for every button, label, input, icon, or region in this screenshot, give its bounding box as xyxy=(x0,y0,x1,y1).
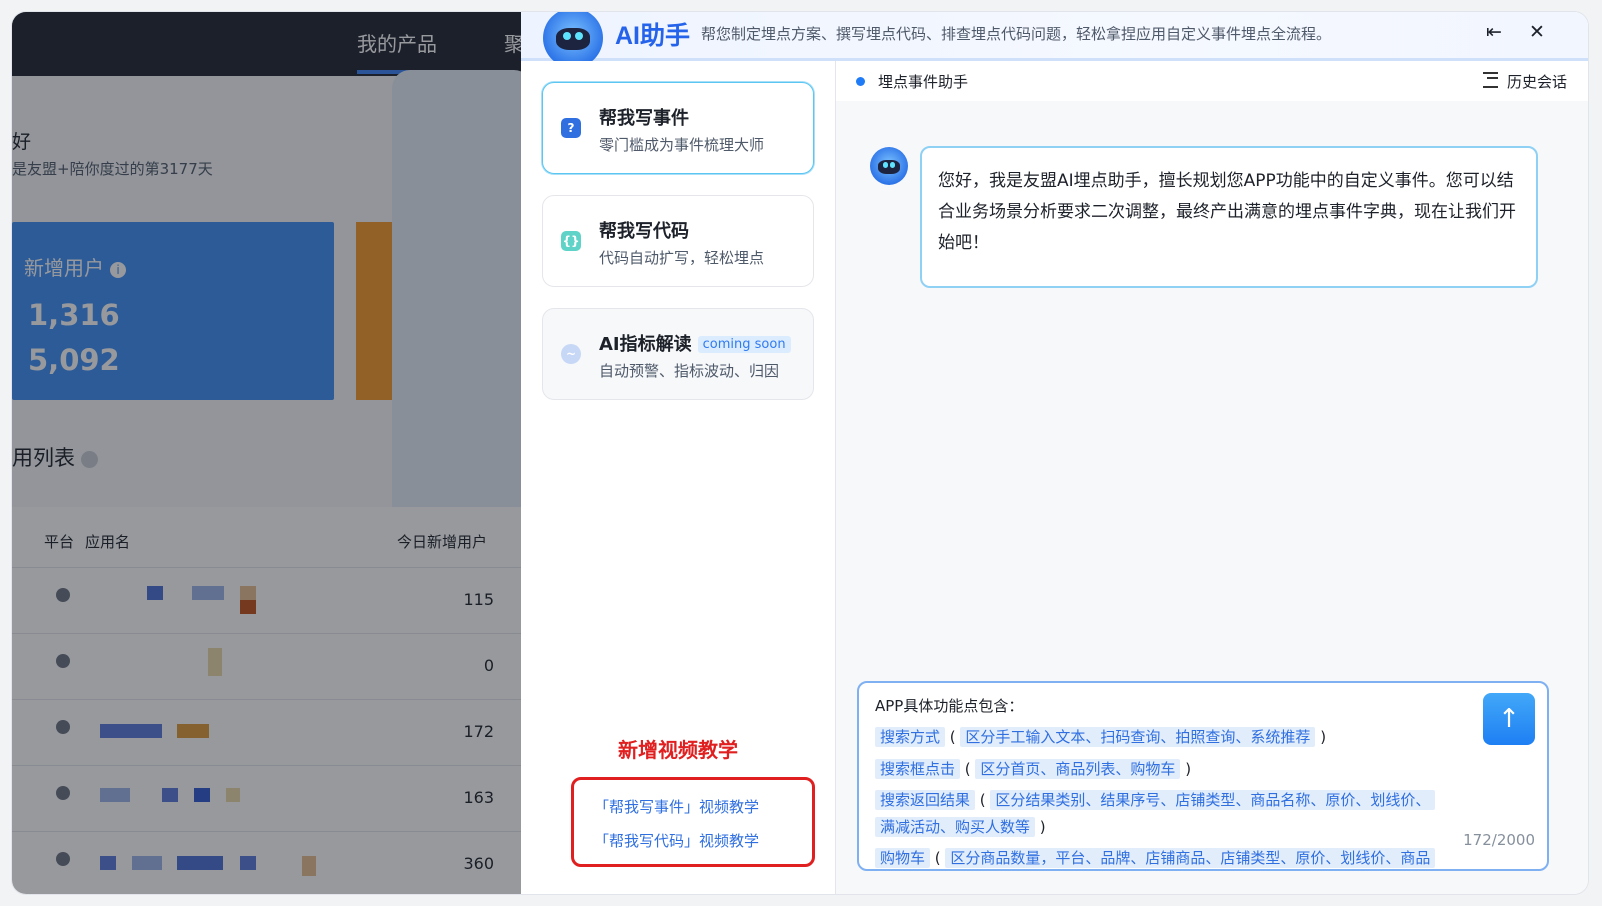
code-write-icon: {} xyxy=(561,231,581,251)
chat-header: 埋点事件助手 历史会话 xyxy=(836,61,1588,101)
panel-header: AI助手 帮您制定埋点方案、撰写埋点代码、排查埋点代码问题，轻松拿捏应用自定义事… xyxy=(521,12,1588,68)
video-link-write-code[interactable]: 「帮我写代码」视频教学 xyxy=(594,830,759,851)
input-line: 购物车 ( 区分商品数量，平台、品牌、店铺商品、店铺类型、原价、划线价、商品 xyxy=(875,847,1436,868)
video-link-write-event[interactable]: 「帮我写事件」视频教学 xyxy=(594,796,759,817)
close-icon[interactable]: ✕ xyxy=(1523,18,1551,46)
input-line: 搜索方式 ( 区分手工输入文本、扫码查询、拍照查询、系统推荐 ) xyxy=(875,726,1326,747)
card-subtitle: 自动预警、指标波动、归因 xyxy=(599,362,780,380)
coming-soon-badge: coming soon xyxy=(697,336,791,353)
input-line: 满减活动、购买人数等 ) xyxy=(875,816,1046,837)
card-subtitle: 代码自动扩写，轻松埋点 xyxy=(599,249,765,267)
message-input[interactable]: APP具体功能点包含： 搜索方式 ( 区分手工输入文本、扫码查询、拍照查询、系统… xyxy=(857,681,1549,871)
event-write-icon: ? xyxy=(561,118,581,138)
arrow-up-icon: ↑ xyxy=(1498,704,1520,734)
background-dashboard: 我的产品 聚 好 是友盟+陪你度过的第3177天 新增用户 i 1,316 5,0… xyxy=(12,12,532,894)
history-list-icon xyxy=(1482,72,1498,88)
history-button[interactable]: 历史会话 xyxy=(1482,71,1567,92)
card-write-code[interactable]: {} 帮我写代码 代码自动扩写，轻松埋点 xyxy=(542,195,814,287)
welcome-message: 您好，我是友盟AI埋点助手，擅长规划您APP功能中的自定义事件。您可以结合业务场… xyxy=(920,146,1538,288)
modal-overlay[interactable] xyxy=(12,12,532,894)
collapse-left-icon[interactable]: ⇤ xyxy=(1480,18,1508,46)
robot-avatar-icon xyxy=(543,12,603,68)
char-count: 172/2000 xyxy=(1463,831,1535,849)
card-write-event[interactable]: ? 帮我写事件 零门槛成为事件梳理大师 xyxy=(542,82,814,174)
card-title: 帮我写代码 xyxy=(599,221,689,242)
input-line: 搜索框点击 ( 区分首页、商品列表、购物车 ) xyxy=(875,758,1191,779)
bot-avatar-icon xyxy=(870,147,908,185)
feature-sidebar: ? 帮我写事件 零门槛成为事件梳理大师 {} 帮我写代码 代码自动扩写，轻松埋点… xyxy=(521,61,836,894)
chart-trend-icon: ~ xyxy=(561,344,581,364)
card-ai-metrics[interactable]: ~ AI指标解读 coming soon 自动预警、指标波动、归因 xyxy=(542,308,814,400)
promo-label: 新增视频教学 xyxy=(618,738,738,762)
status-dot xyxy=(856,77,865,86)
app-window: 我的产品 聚 好 是友盟+陪你度过的第3177天 新增用户 i 1,316 5,0… xyxy=(12,12,1588,894)
card-title: 帮我写事件 xyxy=(599,108,689,129)
input-intro: APP具体功能点包含： xyxy=(875,697,1024,715)
panel-title: AI助手 xyxy=(615,22,691,50)
ai-assistant-panel: AI助手 帮您制定埋点方案、撰写埋点代码、排查埋点代码问题，轻松拿捏应用自定义事… xyxy=(521,12,1588,894)
video-tutorial-box: 「帮我写事件」视频教学 「帮我写代码」视频教学 xyxy=(571,777,815,867)
input-line: 搜索返回结果 ( 区分结果类别、结果序号、店铺类型、商品名称、原价、划线价、 xyxy=(875,789,1436,810)
panel-description: 帮您制定埋点方案、撰写埋点代码、排查埋点代码问题，轻松拿捏应用自定义事件埋点全流… xyxy=(701,25,1332,43)
chat-area: 埋点事件助手 历史会话 您好，我是友盟AI埋点助手，擅长规划您APP功能中的自定… xyxy=(836,61,1588,894)
send-button[interactable]: ↑ xyxy=(1483,693,1535,745)
card-title: AI指标解读 coming soon xyxy=(599,330,791,356)
assistant-name: 埋点事件助手 xyxy=(878,73,969,91)
card-subtitle: 零门槛成为事件梳理大师 xyxy=(599,136,765,154)
